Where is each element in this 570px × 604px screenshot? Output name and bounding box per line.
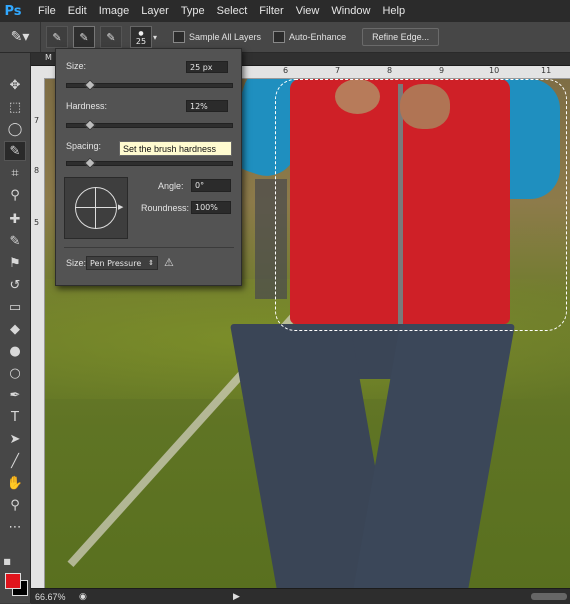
eraser-tool-icon[interactable]: ▭ bbox=[4, 297, 26, 317]
tool-preset-picker[interactable]: ✎▾ bbox=[0, 22, 41, 52]
auto-enhance-checkbox[interactable] bbox=[273, 31, 286, 43]
document-tab[interactable]: M bbox=[45, 53, 52, 62]
ruler-tick: 11 bbox=[541, 66, 552, 75]
ruler-tick: 6 bbox=[283, 66, 289, 75]
spacing-slider-knob[interactable] bbox=[84, 157, 96, 169]
brush-angle-preview[interactable]: ▶ bbox=[64, 177, 128, 239]
more-tools-icon[interactable]: ⋯ bbox=[4, 517, 26, 537]
menu-type[interactable]: Type bbox=[181, 5, 205, 17]
sample-all-layers-checkbox[interactable] bbox=[173, 31, 185, 43]
line-tool-icon[interactable]: ╱ bbox=[4, 451, 26, 471]
type-tool-icon[interactable]: T bbox=[4, 407, 26, 427]
ruler-tick: 9 bbox=[439, 66, 445, 75]
angle-crosshair-vertical bbox=[95, 187, 96, 229]
roundness-circle bbox=[75, 187, 117, 229]
ruler-tick: 8 bbox=[387, 66, 393, 75]
menu-window[interactable]: Window bbox=[331, 5, 370, 17]
angle-label: Angle: bbox=[158, 181, 184, 191]
angle-field[interactable]: 0° bbox=[191, 179, 231, 192]
paint-bucket-tool-icon[interactable]: ◆ bbox=[4, 319, 26, 339]
foreground-color-swatch[interactable] bbox=[5, 573, 21, 589]
document-info-icon[interactable]: ◉ bbox=[79, 592, 87, 602]
roundness-label: Roundness: bbox=[141, 203, 190, 213]
menu-filter[interactable]: Filter bbox=[259, 5, 283, 17]
healing-brush-tool-icon[interactable]: ✚ bbox=[4, 209, 26, 229]
history-brush-tool-icon[interactable]: ↺ bbox=[4, 275, 26, 295]
horizontal-scrollbar[interactable] bbox=[531, 593, 567, 600]
brush-subtract-icon: ✎ bbox=[106, 30, 116, 44]
menu-file[interactable]: File bbox=[38, 5, 56, 17]
roundness-field[interactable]: 100% bbox=[191, 201, 231, 214]
refine-edge-button[interactable]: Refine Edge... bbox=[362, 28, 440, 46]
chevron-down-icon[interactable]: ▾ bbox=[153, 33, 161, 42]
hardness-slider[interactable] bbox=[66, 119, 233, 131]
ruler-left: 7 8 5 bbox=[31, 78, 45, 588]
brush-tool-icon[interactable]: ✎ bbox=[4, 231, 26, 251]
crop-tool-icon[interactable]: ⌗ bbox=[4, 163, 26, 183]
pen-tool-icon[interactable]: ✒ bbox=[4, 385, 26, 405]
size-control-label: Size: bbox=[66, 258, 87, 268]
hand-tool-icon[interactable]: ✋ bbox=[4, 473, 26, 493]
size-field[interactable]: 25 px bbox=[186, 61, 228, 73]
zoom-level[interactable]: 66.67% bbox=[31, 592, 75, 602]
size-slider[interactable] bbox=[66, 79, 233, 91]
menu-image[interactable]: Image bbox=[99, 5, 130, 17]
brush-dot-icon: ● bbox=[138, 30, 144, 37]
hardness-tooltip: Set the brush hardness bbox=[119, 141, 232, 156]
menu-select[interactable]: Select bbox=[217, 5, 248, 17]
ruler-tick: 8 bbox=[34, 166, 40, 175]
path-selection-tool-icon[interactable]: ➤ bbox=[4, 429, 26, 449]
menu-bar: Ps File Edit Image Layer Type Select Fil… bbox=[0, 0, 570, 23]
play-icon[interactable]: ▶ bbox=[233, 592, 240, 602]
chevron-up-down-icon: ⇕ bbox=[148, 259, 154, 267]
angle-crosshair-horizontal bbox=[75, 207, 117, 208]
add-to-selection-button[interactable]: ✎ bbox=[73, 26, 95, 48]
zoom-tool-icon[interactable]: ⚲ bbox=[4, 495, 26, 515]
lasso-tool-icon[interactable]: ◯ bbox=[4, 119, 26, 139]
status-bar: 66.67% ◉ ▶ bbox=[31, 588, 570, 604]
menu-help[interactable]: Help bbox=[382, 5, 405, 17]
spacing-slider[interactable] bbox=[66, 157, 233, 169]
menu-layer[interactable]: Layer bbox=[141, 5, 169, 17]
brush-add-icon: ✎ bbox=[79, 30, 89, 44]
blur-tool-icon[interactable]: ● bbox=[4, 341, 26, 361]
size-slider-knob[interactable] bbox=[84, 79, 96, 91]
spacing-label: Spacing: bbox=[66, 141, 102, 151]
brush-new-icon: ✎ bbox=[52, 30, 62, 44]
subtract-from-selection-button[interactable]: ✎ bbox=[100, 26, 122, 48]
dodge-tool-icon[interactable]: ○ bbox=[4, 363, 26, 383]
hardness-slider-knob[interactable] bbox=[84, 119, 96, 131]
sample-all-layers-label: Sample All Layers bbox=[189, 32, 262, 42]
ruler-tick: 7 bbox=[34, 116, 40, 125]
size-control-value: Pen Pressure bbox=[90, 258, 142, 268]
angle-arrow-icon[interactable]: ▶ bbox=[118, 203, 123, 211]
brush-size-readout: 25 bbox=[135, 37, 147, 46]
hardness-field[interactable]: 12% bbox=[186, 100, 228, 112]
marquee-tool-icon[interactable]: ⬚ bbox=[4, 97, 26, 117]
brush-picker-panel: Size: 25 px Hardness: 12% Spacing: ▶ Ang… bbox=[55, 48, 242, 286]
auto-enhance-label: Auto-Enhance bbox=[289, 32, 347, 42]
default-colors-icon[interactable]: ■ bbox=[2, 551, 12, 571]
quick-selection-tool-icon[interactable]: ✎ bbox=[4, 141, 26, 161]
menu-view[interactable]: View bbox=[296, 5, 320, 17]
warning-icon: ⚠ bbox=[164, 256, 174, 269]
photoshop-logo: Ps bbox=[4, 3, 22, 19]
ruler-tick: 5 bbox=[34, 218, 40, 227]
eyedropper-tool-icon[interactable]: ⚲ bbox=[4, 185, 26, 205]
ruler-tick: 7 bbox=[335, 66, 341, 75]
ruler-tick: 10 bbox=[489, 66, 500, 75]
size-label: Size: bbox=[66, 61, 87, 71]
quick-selection-icon: ✎▾ bbox=[10, 29, 30, 45]
tools-panel: ✥ ⬚ ◯ ✎ ⌗ ⚲ ✚ ✎ ⚑ ↺ ▭ ◆ ● ○ ✒ T ➤ ╱ ✋ ⚲ … bbox=[0, 53, 31, 603]
menu-edit[interactable]: Edit bbox=[68, 5, 87, 17]
clone-stamp-tool-icon[interactable]: ⚑ bbox=[4, 253, 26, 273]
new-selection-button[interactable]: ✎ bbox=[46, 26, 68, 48]
panel-divider bbox=[64, 247, 234, 248]
selection-marquee bbox=[275, 79, 567, 331]
brush-picker[interactable]: ● 25 bbox=[130, 26, 152, 48]
hardness-label: Hardness: bbox=[66, 101, 108, 111]
size-control-select[interactable]: Pen Pressure ⇕ bbox=[86, 256, 158, 270]
move-tool-icon[interactable]: ✥ bbox=[4, 75, 26, 95]
